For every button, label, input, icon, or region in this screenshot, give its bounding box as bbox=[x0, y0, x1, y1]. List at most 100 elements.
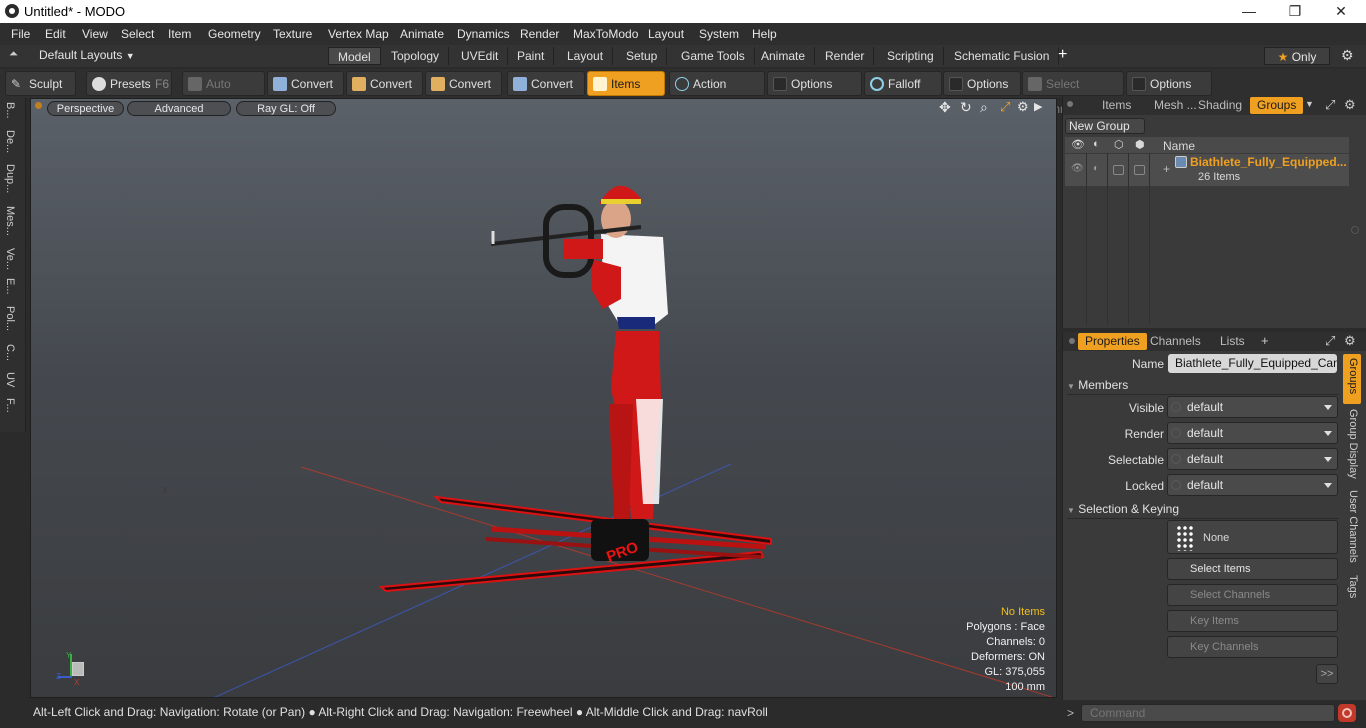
selection-keying-section[interactable]: ▼ Selection & Keying bbox=[1067, 502, 1339, 519]
row-render-icon[interactable]: ◐ bbox=[1093, 163, 1099, 174]
tab-paint[interactable]: Paint bbox=[508, 47, 555, 65]
lock-cube-icon[interactable]: ⬢ bbox=[1135, 138, 1145, 151]
menu-view[interactable]: View bbox=[82, 27, 108, 41]
menu-dynamics[interactable]: Dynamics bbox=[457, 27, 510, 41]
expand-toggle[interactable]: + bbox=[1163, 162, 1170, 176]
tab-properties[interactable]: Properties bbox=[1078, 333, 1147, 350]
add-tab-button[interactable]: + bbox=[1261, 333, 1269, 348]
locked-dropdown[interactable]: default bbox=[1167, 474, 1338, 496]
new-group-button[interactable]: New Group bbox=[1065, 118, 1145, 134]
3d-viewport[interactable]: Perspective Advanced Ray GL: Off ✥ ↻ ⌕ ⤢… bbox=[30, 98, 1057, 698]
tab-uvedit[interactable]: UVEdit bbox=[452, 47, 509, 65]
menu-file[interactable]: File bbox=[11, 27, 30, 41]
left-tab-deform[interactable]: De... bbox=[4, 130, 16, 153]
convert-button-1[interactable]: Convert bbox=[267, 71, 344, 96]
falloff-button[interactable]: Falloff bbox=[864, 71, 942, 96]
visibility-eye-icon[interactable]: 👁 bbox=[1071, 138, 1085, 151]
left-tab-polygon[interactable]: Pol... bbox=[4, 306, 16, 331]
side-tab-user-channels[interactable]: User Channels bbox=[1344, 490, 1362, 563]
options-button-2[interactable]: Options bbox=[943, 71, 1021, 96]
left-tab-vertex[interactable]: Ve... bbox=[4, 248, 16, 270]
menu-item[interactable]: Item bbox=[168, 27, 191, 41]
select-items-button[interactable]: Select Items bbox=[1167, 558, 1338, 580]
members-section[interactable]: ▼ Members bbox=[1067, 378, 1339, 395]
scrollbar-handle[interactable] bbox=[1351, 226, 1359, 234]
render-icon[interactable]: ◐ bbox=[1093, 138, 1100, 150]
left-tab-edge[interactable]: E... bbox=[4, 278, 16, 295]
convert-button-2[interactable]: Convert bbox=[346, 71, 423, 96]
tabs-dropdown-icon[interactable]: ▼ bbox=[1305, 99, 1314, 109]
group-name[interactable]: Biathlete_Fully_Equipped... bbox=[1190, 155, 1347, 169]
layout-up-arrow-icon[interactable]: ⏶ bbox=[9, 48, 18, 61]
tab-layout[interactable]: Layout bbox=[558, 47, 614, 65]
panel-maximize-icon[interactable]: ⤢ bbox=[1325, 97, 1335, 113]
tab-animate[interactable]: Animate bbox=[752, 47, 816, 65]
name-column-header[interactable]: Name bbox=[1163, 139, 1195, 153]
side-tab-group-display[interactable]: Group Display bbox=[1344, 409, 1362, 479]
items-mode-button[interactable]: Items bbox=[587, 71, 665, 96]
minimize-button[interactable]: — bbox=[1226, 0, 1272, 23]
side-tab-groups[interactable]: Groups bbox=[1344, 358, 1362, 394]
convert-button-4[interactable]: Convert bbox=[507, 71, 585, 96]
menu-edit[interactable]: Edit bbox=[45, 27, 66, 41]
presets-button[interactable]: Presets F6 bbox=[86, 71, 172, 96]
visible-dropdown[interactable]: default bbox=[1167, 396, 1338, 418]
tab-model[interactable]: Model bbox=[328, 47, 381, 65]
tab-game-tools[interactable]: Game Tools bbox=[672, 47, 755, 65]
panel-maximize-icon[interactable]: ⤢ bbox=[1325, 333, 1335, 349]
row-selectable-checkbox[interactable] bbox=[1113, 165, 1124, 175]
panel-gear-icon[interactable]: ⚙ bbox=[1344, 97, 1356, 113]
close-button[interactable]: ✕ bbox=[1318, 0, 1364, 23]
key-channels-button[interactable]: Key Channels bbox=[1167, 636, 1338, 658]
only-toggle[interactable]: ★ Only bbox=[1264, 47, 1330, 65]
menu-select[interactable]: Select bbox=[121, 27, 154, 41]
menu-maxtomodo[interactable]: MaxToModo bbox=[573, 27, 638, 41]
tab-setup[interactable]: Setup bbox=[617, 47, 668, 65]
tab-channels[interactable]: Channels bbox=[1143, 333, 1208, 350]
left-tab-uv[interactable]: UV bbox=[4, 372, 16, 387]
selectable-cube-icon[interactable]: ⬡ bbox=[1114, 138, 1124, 151]
sculpt-button[interactable]: ✎ Sculpt bbox=[5, 71, 76, 96]
left-tab-mesh-edit[interactable]: Mes... bbox=[4, 206, 16, 236]
left-tab-basic[interactable]: B... bbox=[4, 102, 16, 119]
tab-items[interactable]: Items bbox=[1095, 97, 1138, 114]
selectable-dropdown[interactable]: default bbox=[1167, 448, 1338, 470]
render-dropdown[interactable]: default bbox=[1167, 422, 1338, 444]
menu-animate[interactable]: Animate bbox=[400, 27, 444, 41]
options-button-3[interactable]: Options bbox=[1126, 71, 1212, 96]
key-items-button[interactable]: Key Items bbox=[1167, 610, 1338, 632]
select-through-button[interactable]: Select Through bbox=[1022, 71, 1124, 116]
more-button[interactable]: >> bbox=[1316, 664, 1338, 684]
action-center-button[interactable]: Action Center bbox=[669, 71, 765, 116]
panel-menu-dot-icon[interactable] bbox=[1069, 338, 1075, 344]
tab-render[interactable]: Render bbox=[816, 47, 875, 65]
menu-texture[interactable]: Texture bbox=[273, 27, 312, 41]
auto-select-button[interactable]: Auto Select bbox=[182, 71, 265, 116]
panel-gear-icon[interactable]: ⚙ bbox=[1344, 333, 1356, 349]
menu-geometry[interactable]: Geometry bbox=[208, 27, 261, 41]
row-locked-checkbox[interactable] bbox=[1134, 165, 1145, 175]
menu-system[interactable]: System bbox=[699, 27, 739, 41]
maximize-button[interactable]: ❐ bbox=[1272, 0, 1318, 23]
layout-gear-icon[interactable]: ⚙ bbox=[1341, 47, 1354, 64]
select-channels-button[interactable]: Select Channels bbox=[1167, 584, 1338, 606]
left-tab-duplicate[interactable]: Dup... bbox=[4, 164, 16, 193]
menu-vertex-map[interactable]: Vertex Map bbox=[328, 27, 389, 41]
tab-lists[interactable]: Lists bbox=[1213, 333, 1252, 350]
left-tab-curve[interactable]: C... bbox=[4, 344, 16, 361]
tab-scripting[interactable]: Scripting bbox=[878, 47, 944, 65]
tab-schematic-fusion[interactable]: Schematic Fusion bbox=[945, 47, 1060, 65]
left-tab-fusion[interactable]: F... bbox=[4, 398, 16, 413]
selection-set-button[interactable]: None bbox=[1167, 520, 1338, 554]
side-tab-tags[interactable]: Tags bbox=[1344, 575, 1362, 598]
menu-help[interactable]: Help bbox=[752, 27, 777, 41]
tab-groups[interactable]: Groups bbox=[1250, 97, 1304, 114]
add-layout-button[interactable]: + bbox=[1058, 46, 1067, 64]
menu-layout[interactable]: Layout bbox=[648, 27, 684, 41]
tab-topology[interactable]: Topology bbox=[382, 47, 450, 65]
menu-render[interactable]: Render bbox=[520, 27, 559, 41]
convert-button-3[interactable]: Convert bbox=[425, 71, 502, 96]
record-button[interactable] bbox=[1338, 704, 1356, 722]
group-name-field[interactable]: Biathlete_Fully_Equipped_Canad bbox=[1168, 354, 1337, 373]
command-input[interactable] bbox=[1081, 704, 1335, 722]
